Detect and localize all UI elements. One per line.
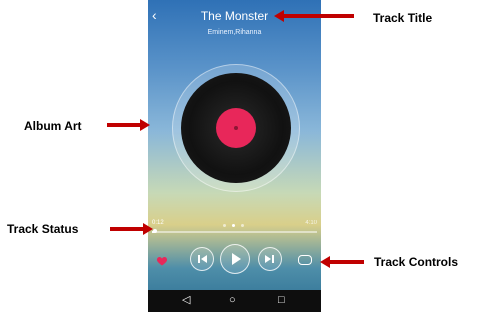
track-progress-bar[interactable] — [152, 229, 317, 233]
elapsed-time: 0:12 — [152, 220, 164, 226]
skip-next-icon — [265, 255, 274, 263]
play-button[interactable] — [220, 244, 250, 274]
heart-icon[interactable] — [156, 254, 168, 266]
top-bar: ‹ The Monster Eminem,Rihanna — [148, 0, 321, 40]
disc-label — [216, 108, 256, 148]
album-art-arrow — [107, 123, 141, 127]
page-dot — [223, 224, 226, 227]
page-indicator — [220, 214, 250, 227]
play-icon — [232, 253, 241, 265]
track-title-arrowhead — [274, 10, 284, 22]
progress-knob[interactable] — [153, 229, 158, 233]
page-dot-active — [232, 224, 235, 227]
album-art-arrowhead — [140, 119, 150, 131]
track-controls-arrowhead — [320, 256, 330, 268]
previous-button[interactable] — [190, 247, 214, 271]
track-status-arrowhead — [143, 223, 153, 235]
next-button[interactable] — [258, 247, 282, 271]
disc-center-hole — [234, 126, 238, 130]
phone-screen: ‹ The Monster Eminem,Rihanna 0:12 4:10 ◁… — [148, 0, 321, 312]
nav-recent-icon[interactable]: □ — [278, 295, 285, 306]
album-art-annotation: Album Art — [24, 119, 82, 133]
nav-back-icon[interactable]: ◁ — [182, 295, 190, 306]
track-title-annotation: Track Title — [373, 11, 433, 25]
page-dot — [241, 224, 244, 227]
track-title-arrow — [284, 14, 354, 18]
skip-previous-icon — [198, 255, 207, 263]
nav-home-icon[interactable]: ○ — [229, 295, 236, 306]
album-art — [172, 64, 300, 192]
repeat-icon[interactable] — [298, 255, 312, 265]
track-status-arrow — [110, 227, 144, 231]
track-status-annotation: Track Status — [7, 222, 79, 236]
android-nav-bar: ◁ ○ □ — [148, 290, 321, 312]
vinyl-disc-icon — [181, 73, 291, 183]
track-controls — [148, 244, 321, 274]
track-artist: Eminem,Rihanna — [207, 29, 262, 36]
total-time: 4:10 — [305, 220, 317, 226]
track-controls-annotation: Track Controls — [374, 255, 459, 269]
track-controls-arrow — [330, 260, 364, 264]
